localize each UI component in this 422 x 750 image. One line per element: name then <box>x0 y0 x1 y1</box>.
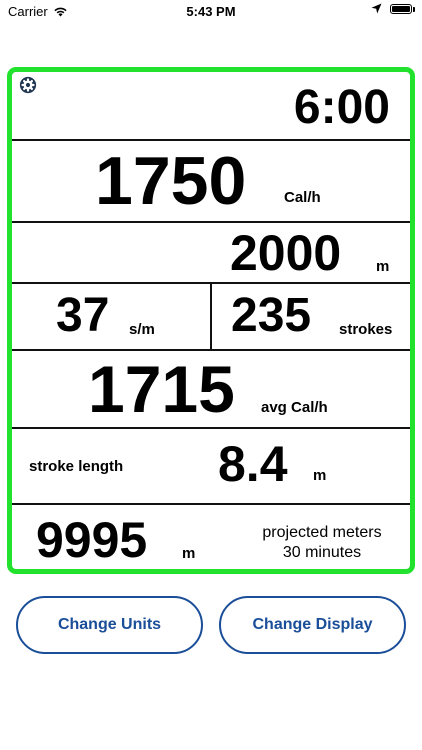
projected-row: 9995 m projected meters 30 minutes <box>12 505 410 569</box>
stroke-rate-unit: s/m <box>129 321 155 338</box>
strokes-value: 235 <box>231 289 312 342</box>
stroke-length-label: stroke length <box>29 458 124 475</box>
stroke-length-unit: m <box>313 467 327 484</box>
projected-label-line1: projected meters <box>262 524 382 541</box>
monitor-panel: 6:00 1750 Cal/h 2000 m 37 s/m 235 stroke… <box>7 67 415 574</box>
avg-calories-unit: avg Cal/h <box>261 399 328 416</box>
projected-value: 9995 <box>36 512 148 568</box>
avg-calories-value: 1715 <box>88 352 235 426</box>
projected-unit: m <box>182 545 196 562</box>
location-arrow-icon <box>371 3 382 14</box>
stroke-rate-value: 37 <box>56 289 110 342</box>
battery-icon <box>390 3 415 14</box>
stroke-stats-row: 37 s/m 235 strokes <box>12 284 410 351</box>
status-right-group <box>371 3 415 14</box>
projected-label-line2: 30 minutes <box>282 544 362 561</box>
elapsed-time: 6:00 <box>293 81 390 134</box>
column-divider <box>210 284 212 349</box>
distance-value: 2000 <box>230 225 342 281</box>
projected-label: projected meters 30 minutes <box>242 523 402 563</box>
stroke-length-value: 8.4 <box>218 436 288 492</box>
strokes-unit: strokes <box>339 321 393 338</box>
gear-icon[interactable] <box>19 76 37 94</box>
change-units-button[interactable]: Change Units <box>16 596 203 654</box>
time-row: 6:00 <box>12 72 410 141</box>
calories-unit: Cal/h <box>284 189 321 206</box>
distance-unit: m <box>376 258 390 275</box>
avg-calories-row: 1715 avg Cal/h <box>12 351 410 429</box>
calories-value: 1750 <box>95 143 247 219</box>
distance-row: 2000 m <box>12 223 410 284</box>
stroke-length-row: stroke length 8.4 m <box>12 429 410 505</box>
change-display-button[interactable]: Change Display <box>219 596 406 654</box>
status-bar: Carrier 5:43 PM <box>0 0 422 24</box>
calories-row: 1750 Cal/h <box>12 141 410 223</box>
status-time: 5:43 PM <box>186 4 236 19</box>
